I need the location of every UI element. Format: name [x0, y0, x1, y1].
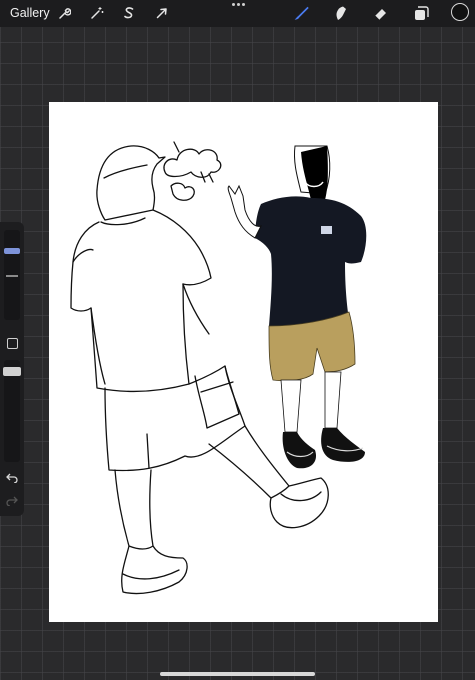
- size-slider-thumb[interactable]: [4, 248, 20, 254]
- undo-icon[interactable]: [5, 472, 19, 484]
- top-toolbar: Gallery: [0, 0, 475, 27]
- size-slider-marker: [6, 275, 18, 277]
- smudge-icon[interactable]: [330, 3, 352, 23]
- wrench-icon[interactable]: [53, 3, 75, 23]
- color-picker-swatch[interactable]: [451, 3, 469, 21]
- right-figure: [227, 145, 367, 469]
- brush-icon[interactable]: [291, 3, 313, 23]
- cursor-arrow-icon[interactable]: [151, 3, 173, 23]
- layers-icon[interactable]: [410, 3, 432, 23]
- more-options-icon[interactable]: [230, 3, 246, 11]
- left-sidebar: [0, 222, 24, 516]
- redo-icon[interactable]: [5, 495, 19, 507]
- magic-wand-icon[interactable]: [86, 3, 108, 23]
- square-icon[interactable]: [7, 338, 18, 349]
- artwork: [70, 141, 367, 595]
- home-indicator: [160, 672, 315, 676]
- drawing-canvas[interactable]: [49, 102, 438, 622]
- opacity-slider-thumb[interactable]: [3, 367, 21, 376]
- eraser-icon[interactable]: [370, 3, 392, 23]
- gallery-button[interactable]: Gallery: [10, 5, 50, 21]
- selection-s-icon[interactable]: [118, 3, 140, 23]
